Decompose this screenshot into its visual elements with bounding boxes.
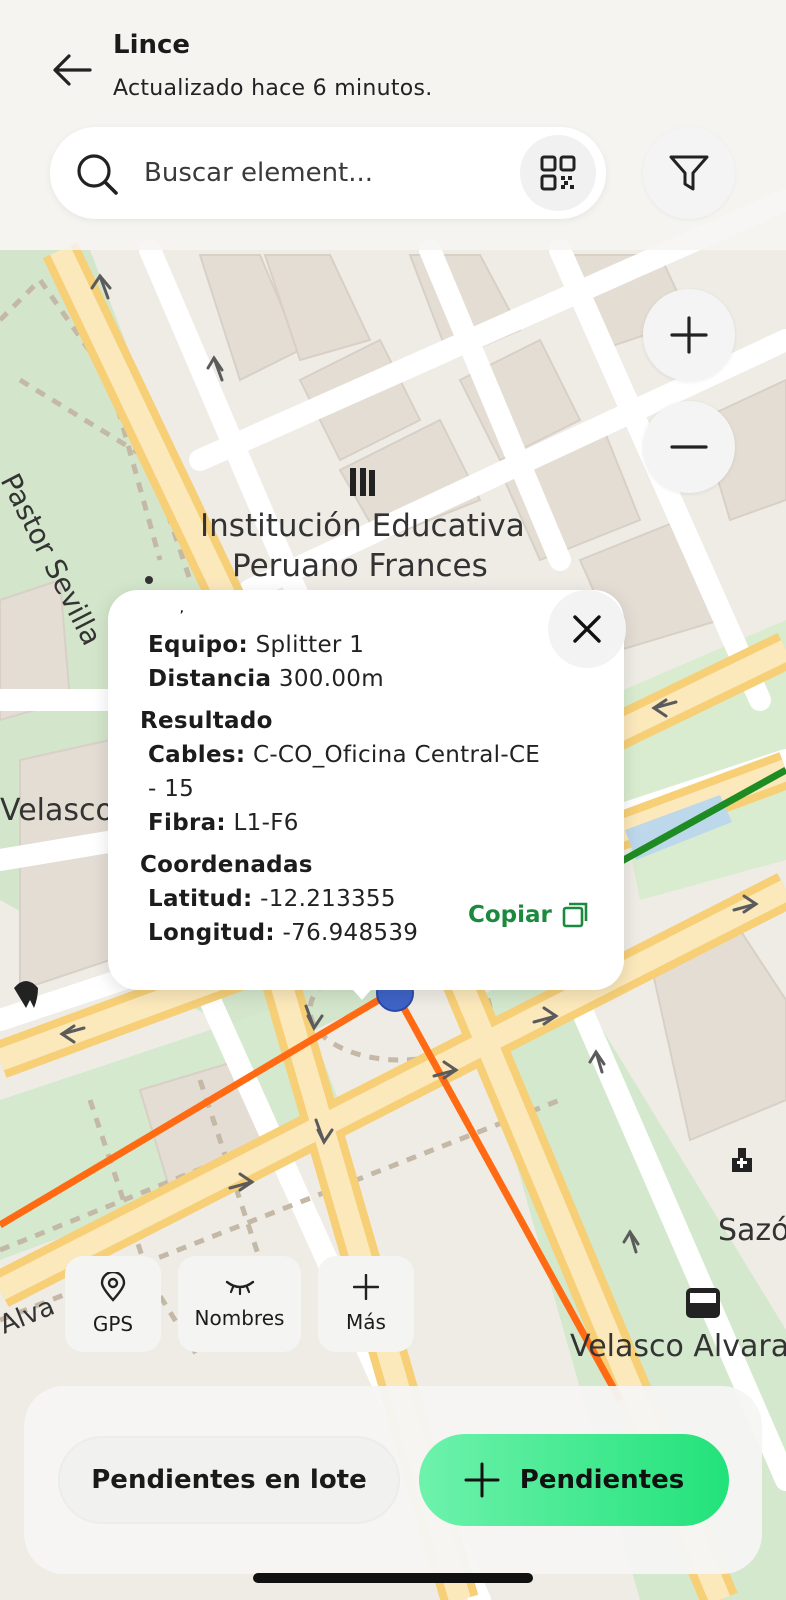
back-button[interactable] — [44, 42, 100, 98]
coordenadas-title: Coordenadas — [140, 852, 313, 878]
map-label-velasco: Velasco — [0, 793, 114, 828]
arrow-left-icon — [53, 54, 92, 86]
cables-label: Cables: — [148, 742, 246, 768]
search-bar — [50, 127, 606, 219]
popup-scroll-remnant: , — [180, 604, 184, 615]
distancia-row: Distancia 300.00m — [148, 666, 384, 692]
filter-button[interactable] — [643, 127, 735, 219]
header: Lince Actualizado hace 6 minutos. — [0, 0, 786, 250]
page-title: Lince — [113, 30, 191, 60]
copy-label: Copiar — [468, 902, 552, 928]
mas-chip-label: Más — [346, 1310, 386, 1334]
equipo-label: Equipo: — [148, 632, 248, 658]
equipo-value: Splitter 1 — [255, 632, 365, 658]
map-label-peruano: Peruano Frances — [232, 548, 488, 584]
plus-icon — [670, 316, 708, 354]
nombres-chip-label: Nombres — [194, 1306, 285, 1330]
mas-chip-button[interactable]: Más — [318, 1256, 414, 1352]
pendientes-en-lote-button[interactable]: Pendientes en lote — [58, 1436, 400, 1524]
home-indicator — [253, 1573, 533, 1583]
latitud-label: Latitud: — [148, 886, 253, 912]
close-icon — [573, 615, 601, 643]
plus-icon — [464, 1462, 500, 1498]
cables-row: Cables: C-CO_Oficina Central-CE — [148, 742, 540, 768]
fibra-row: Fibra: L1-F6 — [148, 810, 299, 836]
pendientes-label: Pendientes — [519, 1465, 685, 1495]
qr-code-icon — [540, 155, 576, 191]
latitud-row: Latitud: -12.213355 — [148, 886, 396, 912]
eye-closed-icon — [225, 1280, 254, 1296]
latitud-value: -12.213355 — [260, 886, 396, 912]
fibra-value: L1-F6 — [233, 810, 299, 836]
map-label-sazo: Sazó — [718, 1213, 786, 1248]
map-label-institucion: Institución Educativa — [200, 508, 525, 544]
location-pin-icon — [100, 1272, 126, 1302]
distancia-label: Distancia — [148, 666, 272, 692]
fibra-label: Fibra: — [148, 810, 226, 836]
pendientes-en-lote-label: Pendientes en lote — [91, 1465, 367, 1495]
distancia-value: 300.00m — [278, 666, 384, 692]
copy-coordinates-button[interactable]: Copiar — [468, 902, 588, 928]
longitud-value: -76.948539 — [282, 920, 419, 946]
qr-scan-button[interactable] — [520, 135, 596, 211]
nombres-chip-button[interactable]: Nombres — [178, 1256, 301, 1352]
last-updated-text: Actualizado hace 6 minutos. — [113, 76, 433, 101]
popup-tail — [346, 982, 378, 1000]
element-info-popup: , Equipo: Splitter 1 Distancia 300.00m R… — [108, 590, 626, 1000]
gps-chip-button[interactable]: GPS — [65, 1256, 161, 1352]
longitud-label: Longitud: — [148, 920, 275, 946]
zoom-out-button[interactable] — [643, 401, 735, 493]
map-label-velasco-alvara: Velasco Alvara — [570, 1329, 786, 1364]
resultado-title: Resultado — [140, 708, 273, 734]
add-pendientes-button[interactable]: Pendientes — [419, 1434, 729, 1526]
minus-icon — [670, 445, 708, 449]
copy-icon — [562, 902, 588, 928]
filter-icon — [669, 155, 709, 191]
search-input[interactable] — [144, 149, 444, 197]
plus-icon — [353, 1274, 379, 1300]
cables-value: C-CO_Oficina Central-CE — [252, 742, 541, 768]
gps-chip-label: GPS — [92, 1312, 134, 1336]
zoom-in-button[interactable] — [643, 289, 735, 381]
cables-value-continued: - 15 — [148, 776, 195, 802]
search-icon — [77, 154, 118, 195]
longitud-row: Longitud: -76.948539 — [148, 920, 418, 946]
bottom-action-panel: Pendientes en lote Pendientes — [24, 1386, 762, 1574]
close-popup-button[interactable] — [548, 590, 626, 668]
equipo-row: Equipo: Splitter 1 — [148, 632, 364, 658]
